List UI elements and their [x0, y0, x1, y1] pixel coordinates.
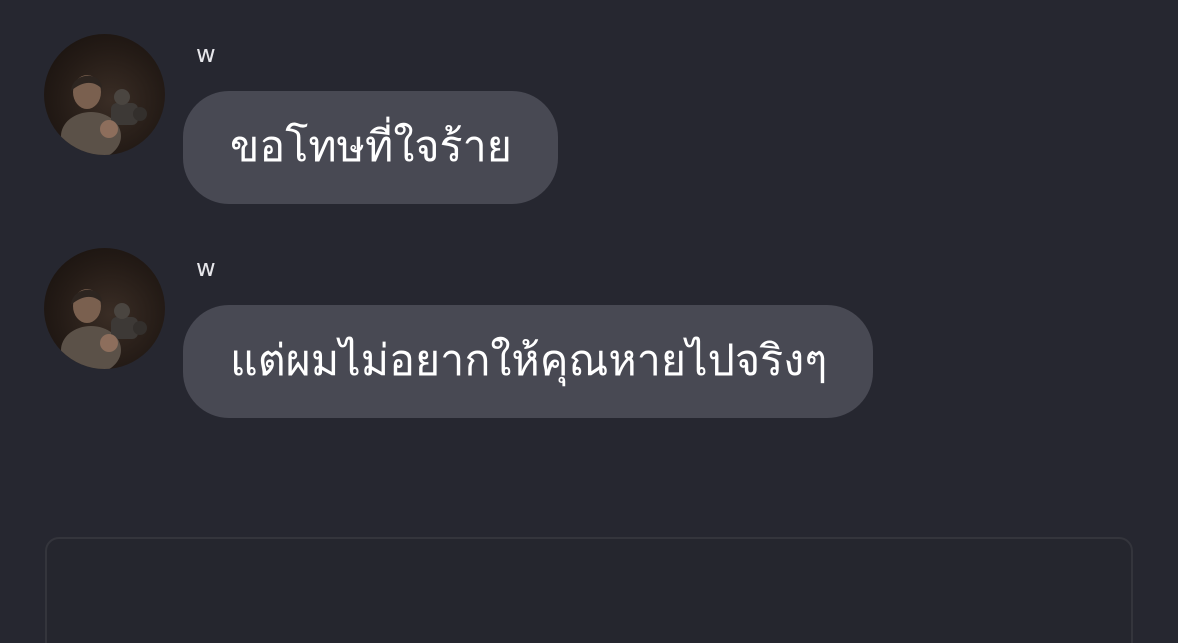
- message-input[interactable]: [45, 537, 1133, 643]
- chat-screen: w ขอโทษที่ใจร้าย w แต่ผมไม่อยากให้คุณหาย…: [0, 0, 1178, 643]
- avatar-photo-icon: [61, 289, 147, 369]
- sender-name: w: [196, 254, 217, 282]
- message-bubble[interactable]: ขอโทษที่ใจร้าย: [183, 91, 558, 204]
- message-bubble[interactable]: แต่ผมไม่อยากให้คุณหายไปจริงๆ: [183, 305, 874, 418]
- avatar-photo-icon: [61, 75, 147, 155]
- sender-avatar[interactable]: [44, 248, 165, 369]
- sender-name: w: [196, 40, 217, 68]
- sender-avatar[interactable]: [44, 34, 165, 155]
